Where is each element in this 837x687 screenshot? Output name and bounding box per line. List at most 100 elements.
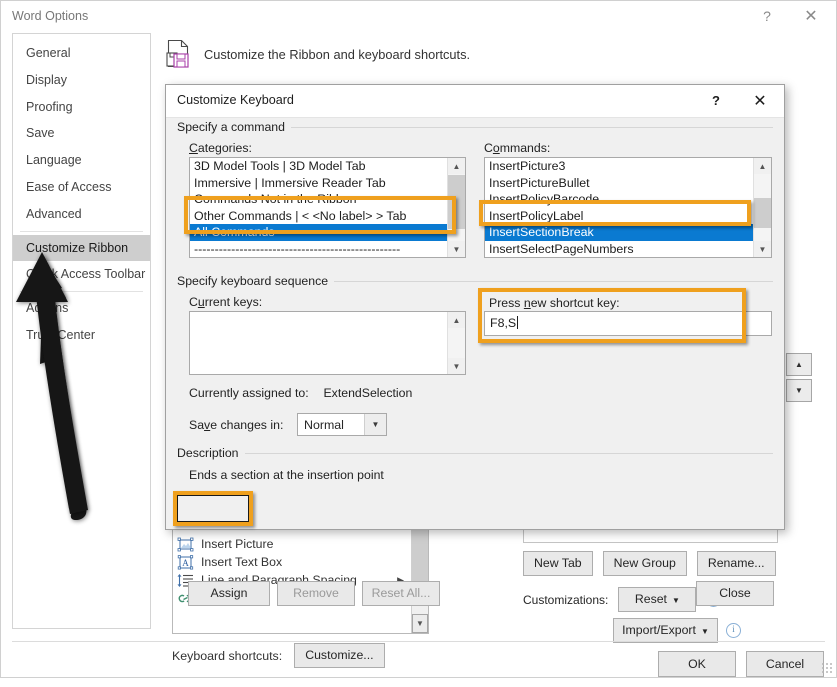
ok-button[interactable]: OK — [658, 651, 736, 677]
help-icon[interactable]: ? — [746, 3, 788, 29]
ribbon-buttons-row: New Tab New Group Rename... — [523, 551, 776, 576]
sidebar-item-advanced[interactable]: Advanced — [13, 201, 150, 228]
list-item[interactable]: A Insert Text Box — [173, 553, 428, 571]
reset-button-label: Reset — [634, 592, 667, 606]
sidebar-item-ease-of-access[interactable]: Ease of Access — [13, 174, 150, 201]
info-icon[interactable]: i — [726, 623, 741, 638]
import-export-row: Import/Export ▼ i — [613, 618, 741, 643]
scrollbar-vertical[interactable]: ▲ ▼ — [447, 158, 465, 257]
commands-label: Commands: — [484, 141, 551, 155]
import-export-button[interactable]: Import/Export ▼ — [613, 618, 718, 643]
current-keys-listbox[interactable]: ▲ ▼ — [189, 311, 466, 375]
press-new-shortcut-label: Press new shortcut key: — [489, 296, 620, 310]
list-item-selected[interactable]: All Commands — [190, 224, 448, 241]
document-save-icon — [166, 39, 192, 69]
categories-listbox[interactable]: 3D Model Tools | 3D Model Tab Immersive … — [189, 157, 466, 258]
list-item[interactable]: Insert Picture — [173, 535, 428, 553]
scroll-up-button[interactable]: ▲ — [448, 312, 465, 328]
customizations-label: Customizations: — [523, 592, 609, 607]
current-keys-label: Current keys: — [189, 295, 263, 309]
list-item[interactable]: 3D Model Tools | 3D Model Tab — [190, 158, 448, 175]
scroll-down-button[interactable]: ▼ — [448, 241, 465, 257]
scroll-down-button[interactable]: ▼ — [754, 241, 771, 257]
content-header-text: Customize the Ribbon and keyboard shortc… — [204, 46, 471, 62]
insert-picture-icon — [177, 537, 194, 552]
cancel-button[interactable]: Cancel — [746, 651, 824, 677]
list-item[interactable]: Commands Not in the Ribbon — [190, 191, 448, 208]
sidebar-item-save[interactable]: Save — [13, 120, 150, 147]
move-up-button[interactable]: ▲ — [786, 353, 812, 376]
keyboard-shortcuts-row: Keyboard shortcuts: Customize... — [172, 643, 385, 668]
scrollbar-thumb[interactable] — [448, 175, 465, 229]
close-icon[interactable]: ✕ — [790, 3, 832, 29]
background-command-list[interactable]: Insert Picture A Insert Text Box Line an… — [172, 526, 429, 634]
list-item[interactable]: InsertPicture3 — [485, 158, 754, 175]
sidebar-item-general[interactable]: General — [13, 40, 150, 67]
resize-grip[interactable] — [821, 662, 833, 674]
chevron-down-icon: ▼ — [671, 596, 680, 605]
svg-text:A: A — [182, 558, 189, 568]
list-item-label: Insert Picture — [201, 537, 274, 551]
footer-divider — [12, 641, 825, 642]
currently-assigned-label: Currently assigned to: — [189, 386, 309, 400]
list-item[interactable]: InsertPolicyBarcode — [485, 191, 754, 208]
sidebar-item-language[interactable]: Language — [13, 147, 150, 174]
scrollbar-thumb[interactable] — [754, 198, 771, 228]
import-export-button-label: Import/Export — [622, 623, 696, 637]
list-item[interactable]: InsertSelectPageNumbers — [485, 241, 754, 258]
close-button[interactable]: Close — [696, 581, 774, 606]
remove-button: Remove — [277, 581, 355, 606]
currently-assigned-row: Currently assigned to: ExtendSelection — [189, 386, 412, 400]
insert-text-box-icon: A — [177, 554, 194, 570]
assign-button[interactable]: Assign — [188, 581, 270, 606]
save-changes-in-label: Save changes in: — [189, 418, 284, 432]
scrollbar-vertical[interactable]: ▼ — [411, 527, 428, 633]
description-text: Ends a section at the insertion point — [189, 468, 384, 482]
scrollbar-thumb[interactable] — [412, 527, 428, 589]
sidebar-item-proofing[interactable]: Proofing — [13, 94, 150, 121]
move-down-button[interactable]: ▼ — [786, 379, 812, 402]
new-tab-button[interactable]: New Tab — [523, 551, 593, 576]
dialog-help-icon[interactable]: ? — [694, 85, 738, 116]
group-divider — [273, 127, 773, 128]
new-group-button[interactable]: New Group — [602, 551, 687, 576]
dialog-titlebar: Customize Keyboard ? ✕ — [166, 85, 784, 118]
scroll-down-button[interactable]: ▼ — [412, 614, 428, 633]
annotation-arrow-to-customize-ribbon — [0, 240, 140, 530]
scrollbar-vertical[interactable]: ▲ ▼ — [447, 312, 465, 374]
press-new-shortcut-value: F8,S — [490, 316, 519, 330]
list-item[interactable]: Immersive | Immersive Reader Tab — [190, 175, 448, 192]
scroll-up-button[interactable]: ▲ — [754, 158, 771, 174]
scrollbar-vertical[interactable]: ▲ ▼ — [753, 158, 771, 257]
scroll-down-button[interactable]: ▼ — [448, 358, 465, 374]
save-changes-in-value: Normal — [304, 418, 344, 432]
sidebar-item-display[interactable]: Display — [13, 67, 150, 94]
dialog-close-icon[interactable]: ✕ — [738, 85, 782, 116]
content-header: Customize the Ribbon and keyboard shortc… — [166, 39, 470, 69]
group-label-specify-sequence: Specify keyboard sequence — [177, 274, 335, 288]
keyboard-shortcuts-label: Keyboard shortcuts: — [172, 648, 283, 663]
group-label-description: Description — [177, 446, 245, 460]
scroll-up-button[interactable]: ▲ — [448, 158, 465, 174]
rename-button[interactable]: Rename... — [696, 551, 776, 576]
window-title: Word Options — [12, 9, 89, 23]
customizations-row: Customizations: Reset▼ i — [523, 587, 722, 612]
customize-button[interactable]: Customize... — [294, 643, 385, 668]
reset-button[interactable]: Reset ▼ — [618, 587, 697, 612]
save-changes-in-select[interactable]: Normal ▼ — [297, 413, 387, 436]
press-new-shortcut-input[interactable]: F8,S — [484, 311, 772, 336]
list-item[interactable]: ----------------------------------------… — [190, 241, 448, 258]
chevron-down-icon[interactable]: ▼ — [364, 414, 386, 435]
list-item[interactable]: Other Commands | < <No label> > Tab — [190, 208, 448, 225]
list-item[interactable]: InsertPictureBullet — [485, 175, 754, 192]
list-item[interactable]: InsertPolicyLabel — [485, 208, 754, 225]
commands-listbox[interactable]: InsertPicture3 InsertPictureBullet Inser… — [484, 157, 772, 258]
sidebar-divider-1 — [20, 230, 143, 232]
group-divider — [243, 453, 773, 454]
reset-all-button: Reset All... — [362, 581, 440, 606]
list-item-selected[interactable]: InsertSectionBreak — [485, 224, 754, 241]
reorder-buttons: ▲ ▼ — [786, 353, 812, 402]
word-options-titlebar: Word Options ? ✕ — [1, 1, 836, 31]
list-item-label: Insert Text Box — [201, 555, 283, 569]
customize-keyboard-dialog: Customize Keyboard ? ✕ Specify a command… — [165, 84, 785, 606]
